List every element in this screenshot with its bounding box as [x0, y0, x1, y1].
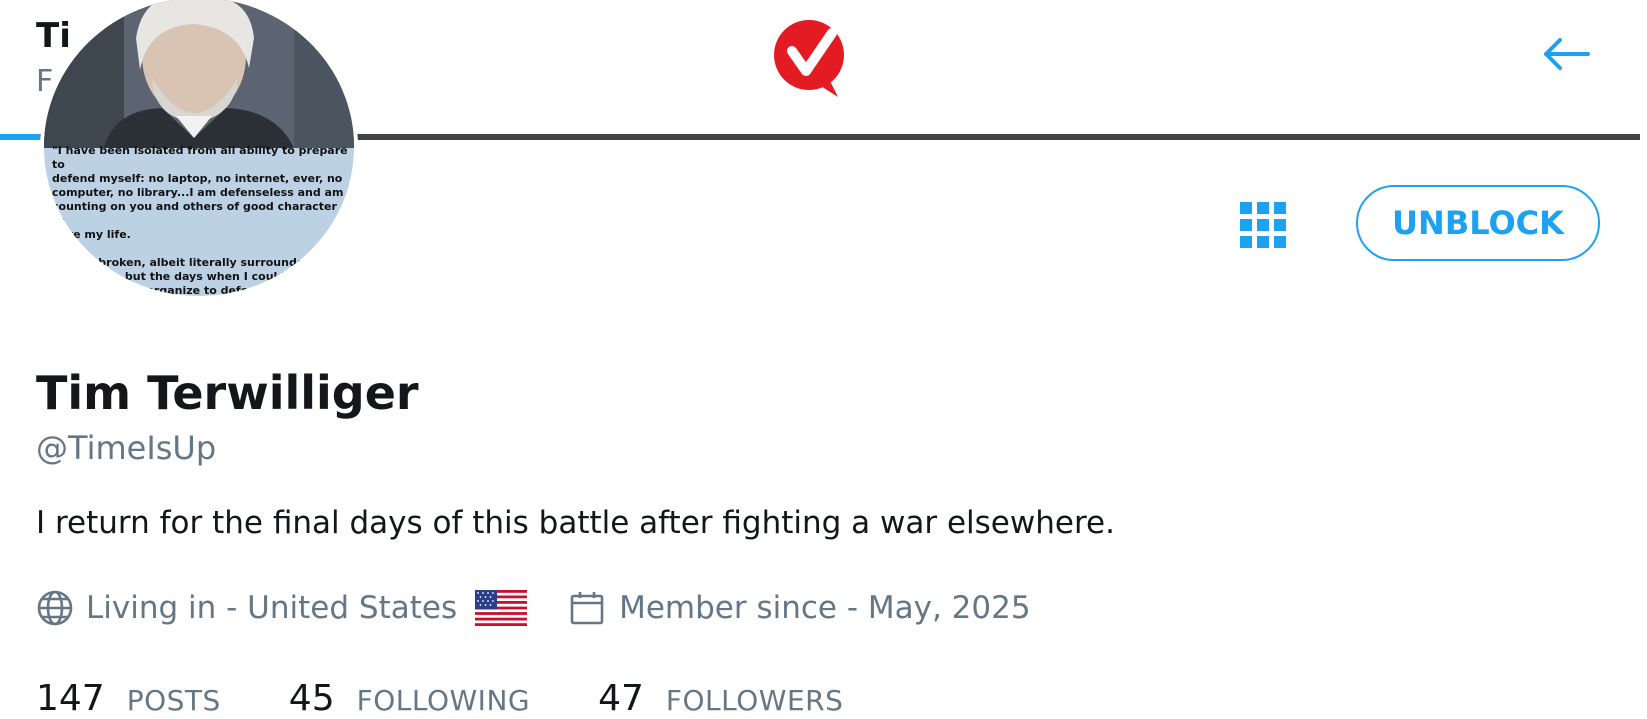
member-since-text: Member since - May, 2025	[619, 590, 1031, 626]
avatar-photo	[44, 0, 354, 148]
grid-icon[interactable]	[1240, 202, 1286, 248]
stat-followers-value: 47	[598, 678, 644, 719]
stat-posts[interactable]: 147 POSTS	[36, 678, 221, 719]
member-since-meta: Member since - May, 2025	[569, 590, 1031, 626]
profile-bio: I return for the final days of this batt…	[36, 505, 1115, 541]
avatar[interactable]: "I have been isolated from all ability t…	[40, 0, 358, 300]
checkmark-q-logo[interactable]	[772, 17, 850, 99]
calendar-icon	[570, 592, 604, 625]
stat-followers[interactable]: 47 FOLLOWERS	[598, 678, 843, 719]
header-divider-accent	[0, 134, 40, 140]
stat-posts-value: 147	[36, 678, 105, 719]
stat-following-value: 45	[288, 678, 335, 719]
location-text: Living in - United States	[86, 590, 458, 626]
stat-posts-label: POSTS	[126, 684, 221, 717]
stat-followers-label: FOLLOWERS	[665, 684, 844, 717]
arrow-left-icon[interactable]	[1540, 34, 1592, 74]
us-flag-icon	[475, 590, 528, 626]
profile-meta: Living in - United States Member since -…	[36, 588, 1031, 628]
stat-following-label: FOLLOWING	[356, 684, 531, 717]
avatar-quote-text: "I have been isolated from all ability t…	[52, 144, 348, 297]
stat-following[interactable]: 45 FOLLOWING	[289, 678, 530, 719]
profile-name: Tim Terwilliger	[36, 366, 419, 420]
unblock-button[interactable]: UNBLOCK	[1356, 185, 1600, 261]
globe-icon	[37, 590, 73, 626]
location-meta: Living in - United States	[36, 589, 528, 627]
profile-stats: 147 POSTS 45 FOLLOWING 47 FOLLOWERS	[36, 678, 911, 719]
profile-handle: @TimeIsUp	[36, 429, 217, 467]
